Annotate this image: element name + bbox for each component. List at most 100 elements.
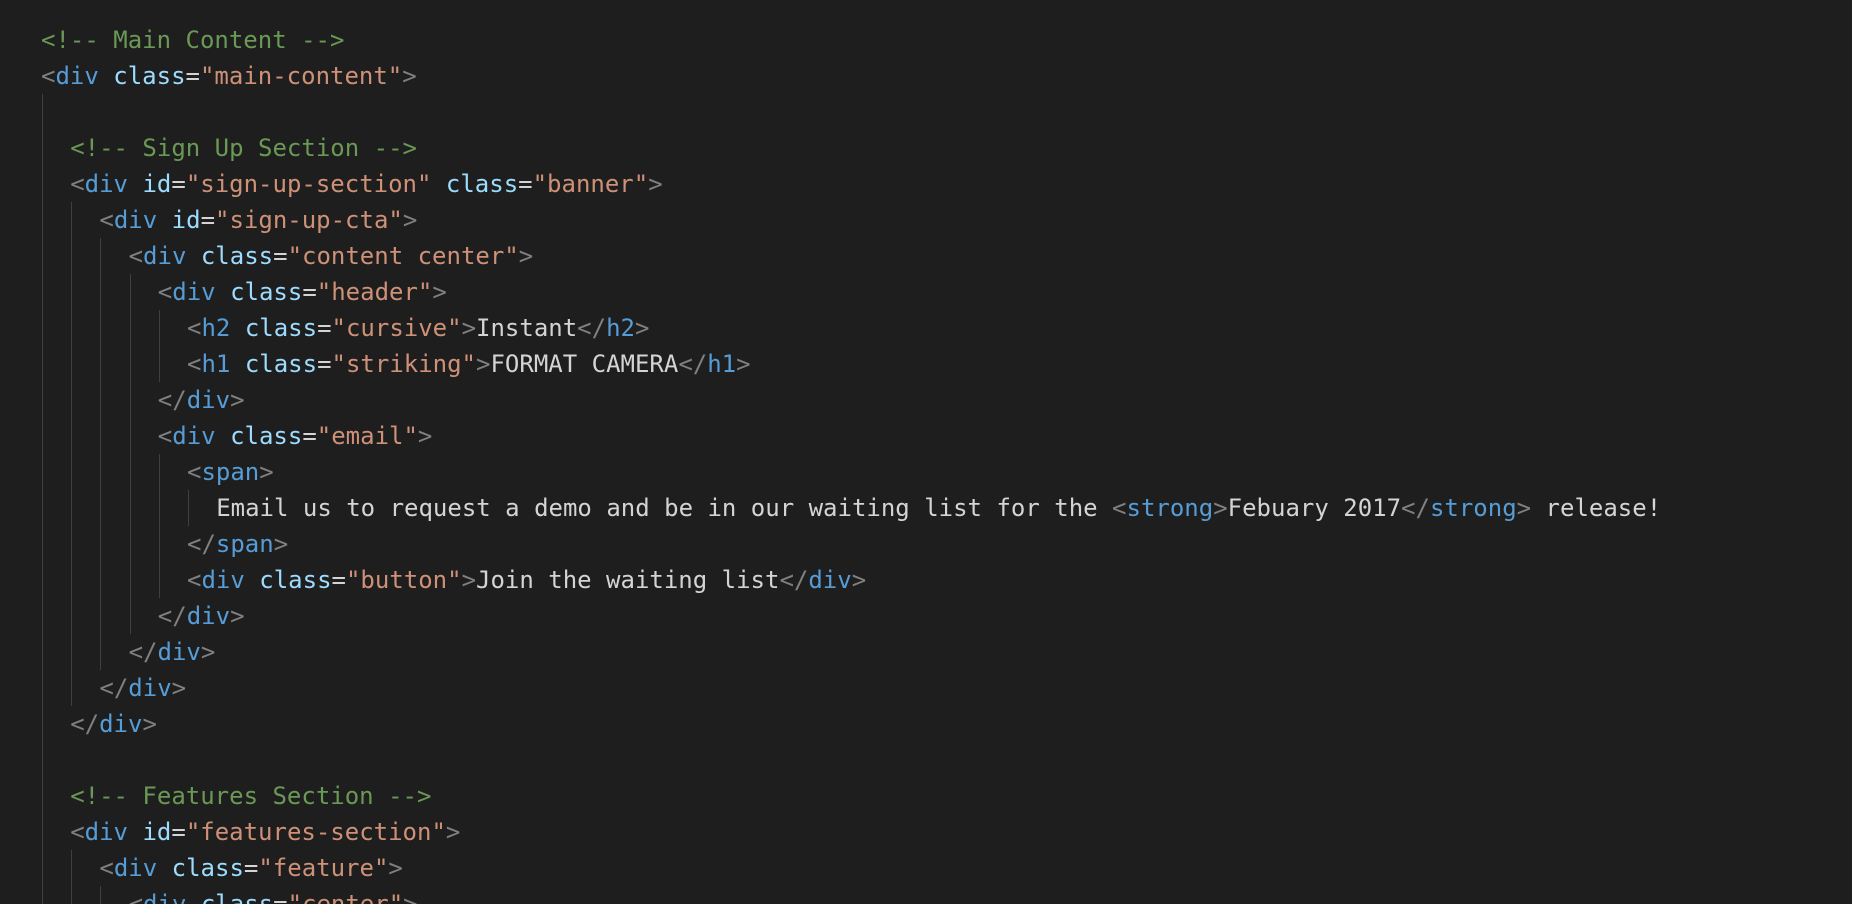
- code-line[interactable]: <span>: [187, 454, 274, 490]
- code-token-punct: >: [142, 710, 157, 738]
- code-token-punct: >: [445, 818, 461, 846]
- code-token-attr: class: [445, 170, 519, 198]
- code-token-punct: >: [648, 170, 663, 198]
- code-token-comment: <!-- Main Content -->: [41, 26, 345, 54]
- code-token-str: "content center": [287, 242, 519, 270]
- code-line[interactable]: <!-- Sign Up Section -->: [70, 130, 417, 166]
- code-token-eq: =: [243, 854, 259, 882]
- indent-guide: [158, 454, 160, 598]
- code-token-str: "banner": [532, 170, 649, 198]
- code-token-punct: </: [1401, 494, 1430, 522]
- code-token-punct: <: [99, 854, 114, 882]
- code-line[interactable]: <div class="center">: [129, 886, 418, 904]
- code-token-punct: >: [417, 422, 433, 450]
- code-token-tag: span: [215, 530, 274, 558]
- code-token-punct: >: [230, 386, 245, 414]
- code-token-punct: <: [187, 458, 202, 486]
- code-token-punct: <: [1112, 494, 1127, 522]
- code-token-text: Email us to request a demo and be in our…: [216, 494, 1113, 522]
- code-line[interactable]: </div>: [70, 706, 157, 742]
- code-token-tag: div: [157, 638, 201, 666]
- code-line[interactable]: <div class="button">Join the waiting lis…: [187, 562, 866, 598]
- code-token-eq: =: [518, 170, 533, 198]
- code-token-punct: >: [273, 530, 289, 558]
- code-line[interactable]: <div id="features-section">: [70, 814, 460, 850]
- code-token-punct: >: [388, 854, 403, 882]
- code-token-tag: strong: [1429, 494, 1517, 522]
- code-token-eq: =: [317, 314, 332, 342]
- code-line[interactable]: <h1 class="striking">FORMAT CAMERA</h1>: [187, 346, 751, 382]
- indent-guide: [158, 310, 160, 382]
- code-token-tag: h2: [606, 314, 635, 342]
- indent-guide: [71, 850, 73, 904]
- code-token-attr: class: [244, 314, 318, 342]
- code-line[interactable]: </span>: [187, 526, 288, 562]
- code-line[interactable]: <!-- Main Content -->: [41, 22, 344, 58]
- code-token-punct: <: [99, 206, 114, 234]
- code-token-attr: id: [142, 818, 172, 846]
- code-token-tag: div: [143, 890, 187, 904]
- code-token-str: "center": [287, 890, 404, 904]
- code-line[interactable]: <div class="email">: [158, 418, 433, 454]
- code-token-punct: >: [402, 206, 418, 234]
- code-line[interactable]: <div id="sign-up-cta">: [99, 202, 417, 238]
- code-line[interactable]: <div class="header">: [158, 274, 447, 310]
- indent-guide: [188, 490, 189, 526]
- code-token-punct: <: [128, 890, 144, 904]
- code-line[interactable]: <h2 class="cursive">Instant</h2>: [187, 310, 649, 346]
- code-token-attr: class: [113, 62, 186, 90]
- code-token-attr: class: [259, 566, 332, 594]
- code-token-str: "email": [316, 422, 418, 450]
- indent-guide: [100, 886, 102, 904]
- code-token-punct: >: [1516, 494, 1532, 522]
- code-token-punct: >: [403, 890, 418, 904]
- code-token-punct: </: [187, 530, 216, 558]
- indent-guide: [42, 94, 43, 904]
- code-token-tag: h2: [201, 314, 231, 342]
- code-line[interactable]: </div>: [158, 382, 245, 418]
- code-line[interactable]: Email us to request a demo and be in our…: [216, 490, 1661, 526]
- code-token-tag: h1: [707, 350, 737, 378]
- code-line[interactable]: <div id="sign-up-section" class="banner"…: [70, 166, 662, 202]
- code-line[interactable]: <div class="main-content">: [41, 58, 417, 94]
- code-line[interactable]: </div>: [99, 670, 186, 706]
- code-token-punct: >: [634, 314, 650, 342]
- code-token-text: Join the waiting list: [476, 566, 780, 594]
- code-token-eq: =: [273, 242, 288, 270]
- code-token-text: Febuary 2017: [1227, 494, 1402, 522]
- code-line[interactable]: </div>: [158, 598, 245, 634]
- code-token-punct: </: [99, 674, 129, 702]
- code-editor[interactable]: <!-- Main Content --> <div class="main-co…: [0, 0, 1852, 904]
- code-line[interactable]: <div class="feature">: [99, 850, 402, 886]
- code-token-punct: </: [779, 566, 809, 594]
- code-token-punct: >: [200, 638, 216, 666]
- code-token-punct: >: [461, 314, 477, 342]
- code-token-tag: div: [172, 422, 216, 450]
- code-token-attr: class: [171, 854, 244, 882]
- code-token-str: "header": [316, 278, 433, 306]
- code-token-punct: <: [187, 566, 202, 594]
- code-token-punct: <: [157, 422, 173, 450]
- code-token-punct: </: [678, 350, 708, 378]
- code-token-punct: </: [157, 386, 187, 414]
- code-token-tag: div: [128, 674, 172, 702]
- code-line[interactable]: <div class="content center">: [129, 238, 534, 274]
- code-token-str: "sign-up-cta": [215, 206, 403, 234]
- code-token-str: "striking": [331, 350, 477, 378]
- code-line[interactable]: <!-- Features Section -->: [70, 778, 431, 814]
- code-token-punct: <: [70, 818, 85, 846]
- code-token-eq: =: [302, 422, 317, 450]
- indent-guide: [100, 238, 102, 670]
- code-token-punct: <: [157, 278, 173, 306]
- code-token-punct: <: [187, 314, 202, 342]
- code-token-tag: strong: [1126, 494, 1214, 522]
- code-token-tag: div: [808, 566, 852, 594]
- code-token-eq: =: [185, 62, 200, 90]
- code-line[interactable]: </div>: [129, 634, 216, 670]
- code-token-attr: class: [230, 278, 303, 306]
